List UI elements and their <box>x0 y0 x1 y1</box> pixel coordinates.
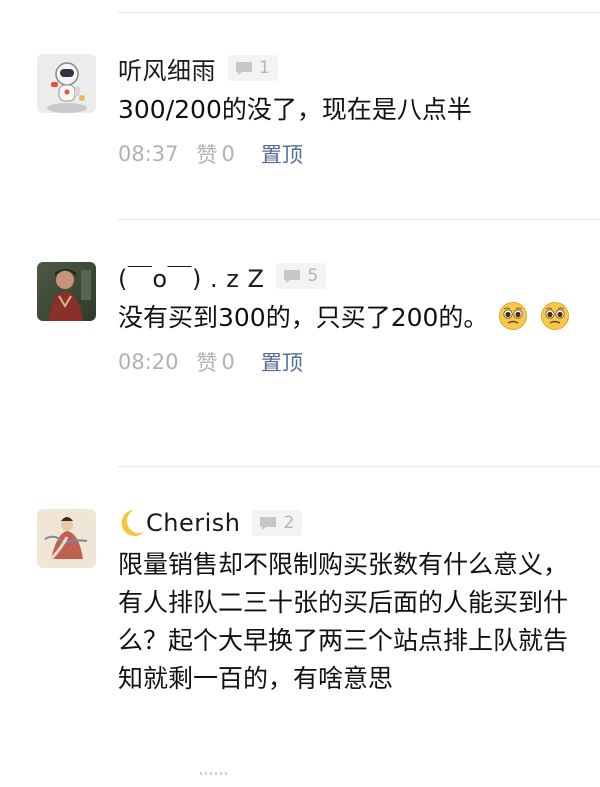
comment-text-content: 没有买到300的，只买了200的。 <box>118 303 489 332</box>
reply-count: 2 <box>283 513 295 533</box>
comment-time: 08:20 <box>118 350 179 374</box>
reply-count-badge[interactable]: 2 <box>252 510 303 536</box>
comment-bubble-icon <box>284 269 301 283</box>
astronaut-avatar-icon <box>37 54 96 113</box>
comment-bubble-icon <box>236 61 252 75</box>
painting-avatar-icon <box>37 509 96 568</box>
comment-author[interactable]: Cherish <box>146 509 240 537</box>
like-count: 0 <box>221 350 235 374</box>
reply-count-badge[interactable]: 5 <box>276 263 327 289</box>
person-photo-avatar-icon <box>37 262 96 321</box>
like-count: 0 <box>221 142 235 166</box>
like-button[interactable]: 赞 <box>197 139 218 169</box>
reply-count: 1 <box>259 58 270 78</box>
avatar[interactable] <box>37 262 96 321</box>
pleading-face-emoji-icon <box>541 302 570 330</box>
avatar[interactable] <box>37 54 96 113</box>
comment-time: 08:37 <box>118 142 179 166</box>
top-divider <box>118 12 600 13</box>
pin-button[interactable]: 置顶 <box>261 139 303 169</box>
comment-text: 300/200的没了，现在是八点半 <box>118 95 472 124</box>
avatar[interactable] <box>37 509 96 568</box>
reply-count-badge[interactable]: 1 <box>228 55 278 81</box>
reply-count: 5 <box>307 266 319 286</box>
comment-divider <box>118 466 600 467</box>
comment-text: 没有买到300的，只买了200的。 <box>118 299 586 337</box>
crescent-moon-emoji-icon <box>121 510 144 536</box>
comment-text: 限量销售却不限制购买张数有什么意义，有人排队二三十张的买后面的人能买到什么？起个… <box>118 550 569 693</box>
bottom-edge-divider <box>200 772 230 775</box>
comment-author[interactable]: 听风细雨 <box>118 51 216 86</box>
comment-bubble-icon <box>260 516 277 530</box>
comment-divider <box>118 219 600 220</box>
comment-author[interactable]: (￣o￣) . z Z <box>118 259 264 294</box>
pleading-face-emoji-icon <box>499 302 528 330</box>
like-button[interactable]: 赞 <box>197 347 218 377</box>
pin-button[interactable]: 置顶 <box>261 347 303 377</box>
